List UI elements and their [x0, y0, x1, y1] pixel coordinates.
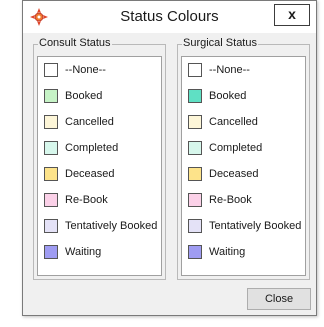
- color-swatch[interactable]: [188, 115, 202, 129]
- surgical-item-deceased[interactable]: Deceased: [185, 165, 303, 185]
- color-swatch[interactable]: [44, 89, 58, 103]
- status-colours-dialog: Status Colours x Consult Status --None--…: [22, 0, 317, 316]
- status-label: Booked: [65, 90, 103, 102]
- consult-item-completed[interactable]: Completed: [41, 139, 159, 159]
- consult-item-cancelled[interactable]: Cancelled: [41, 113, 159, 133]
- consult-item-none[interactable]: --None--: [41, 61, 159, 81]
- consult-item-booked[interactable]: Booked: [41, 87, 159, 107]
- status-label: Re-Book: [209, 194, 252, 206]
- color-swatch[interactable]: [44, 193, 58, 207]
- status-label: --None--: [65, 64, 106, 76]
- consult-item-waiting[interactable]: Waiting: [41, 243, 159, 263]
- status-label: --None--: [209, 64, 250, 76]
- color-swatch[interactable]: [188, 167, 202, 181]
- color-swatch[interactable]: [44, 115, 58, 129]
- surgical-item-rebook[interactable]: Re-Book: [185, 191, 303, 211]
- color-swatch[interactable]: [188, 219, 202, 233]
- surgical-item-waiting[interactable]: Waiting: [185, 243, 303, 263]
- consult-item-tentatively-booked[interactable]: Tentatively Booked: [41, 217, 159, 237]
- status-label: Completed: [209, 142, 263, 154]
- status-label: Re-Book: [65, 194, 108, 206]
- status-label: Cancelled: [209, 116, 258, 128]
- status-label: Cancelled: [65, 116, 114, 128]
- color-swatch[interactable]: [188, 89, 202, 103]
- status-label: Completed: [65, 142, 119, 154]
- status-label: Waiting: [209, 246, 246, 258]
- color-swatch[interactable]: [188, 193, 202, 207]
- consult-status-group: Consult Status --None-- Booked Cancelled…: [33, 37, 166, 280]
- color-swatch[interactable]: [44, 167, 58, 181]
- consult-status-title: Consult Status: [38, 37, 112, 49]
- color-swatch[interactable]: [188, 245, 202, 259]
- status-label: Deceased: [209, 168, 259, 180]
- close-button[interactable]: Close: [247, 288, 311, 310]
- status-label: Booked: [209, 90, 247, 102]
- color-swatch[interactable]: [44, 245, 58, 259]
- surgical-item-cancelled[interactable]: Cancelled: [185, 113, 303, 133]
- close-icon[interactable]: x: [274, 4, 310, 26]
- title-bar: Status Colours x: [23, 1, 316, 33]
- surgical-status-group: Surgical Status --None-- Booked Cancelle…: [177, 37, 310, 280]
- consult-status-list: --None-- Booked Cancelled Completed Dece…: [37, 56, 162, 276]
- color-swatch[interactable]: [44, 63, 58, 77]
- color-swatch[interactable]: [188, 141, 202, 155]
- color-swatch[interactable]: [44, 219, 58, 233]
- surgical-item-booked[interactable]: Booked: [185, 87, 303, 107]
- consult-item-rebook[interactable]: Re-Book: [41, 191, 159, 211]
- surgical-item-completed[interactable]: Completed: [185, 139, 303, 159]
- surgical-status-list: --None-- Booked Cancelled Completed Dece…: [181, 56, 306, 276]
- status-label: Tentatively Booked: [209, 220, 302, 232]
- status-label: Deceased: [65, 168, 115, 180]
- color-swatch[interactable]: [188, 63, 202, 77]
- color-swatch[interactable]: [44, 141, 58, 155]
- surgical-item-tentatively-booked[interactable]: Tentatively Booked: [185, 217, 303, 237]
- surgical-item-none[interactable]: --None--: [185, 61, 303, 81]
- consult-item-deceased[interactable]: Deceased: [41, 165, 159, 185]
- surgical-status-title: Surgical Status: [182, 37, 258, 49]
- status-label: Tentatively Booked: [65, 220, 158, 232]
- dialog-title: Status Colours: [120, 8, 219, 25]
- status-label: Waiting: [65, 246, 102, 258]
